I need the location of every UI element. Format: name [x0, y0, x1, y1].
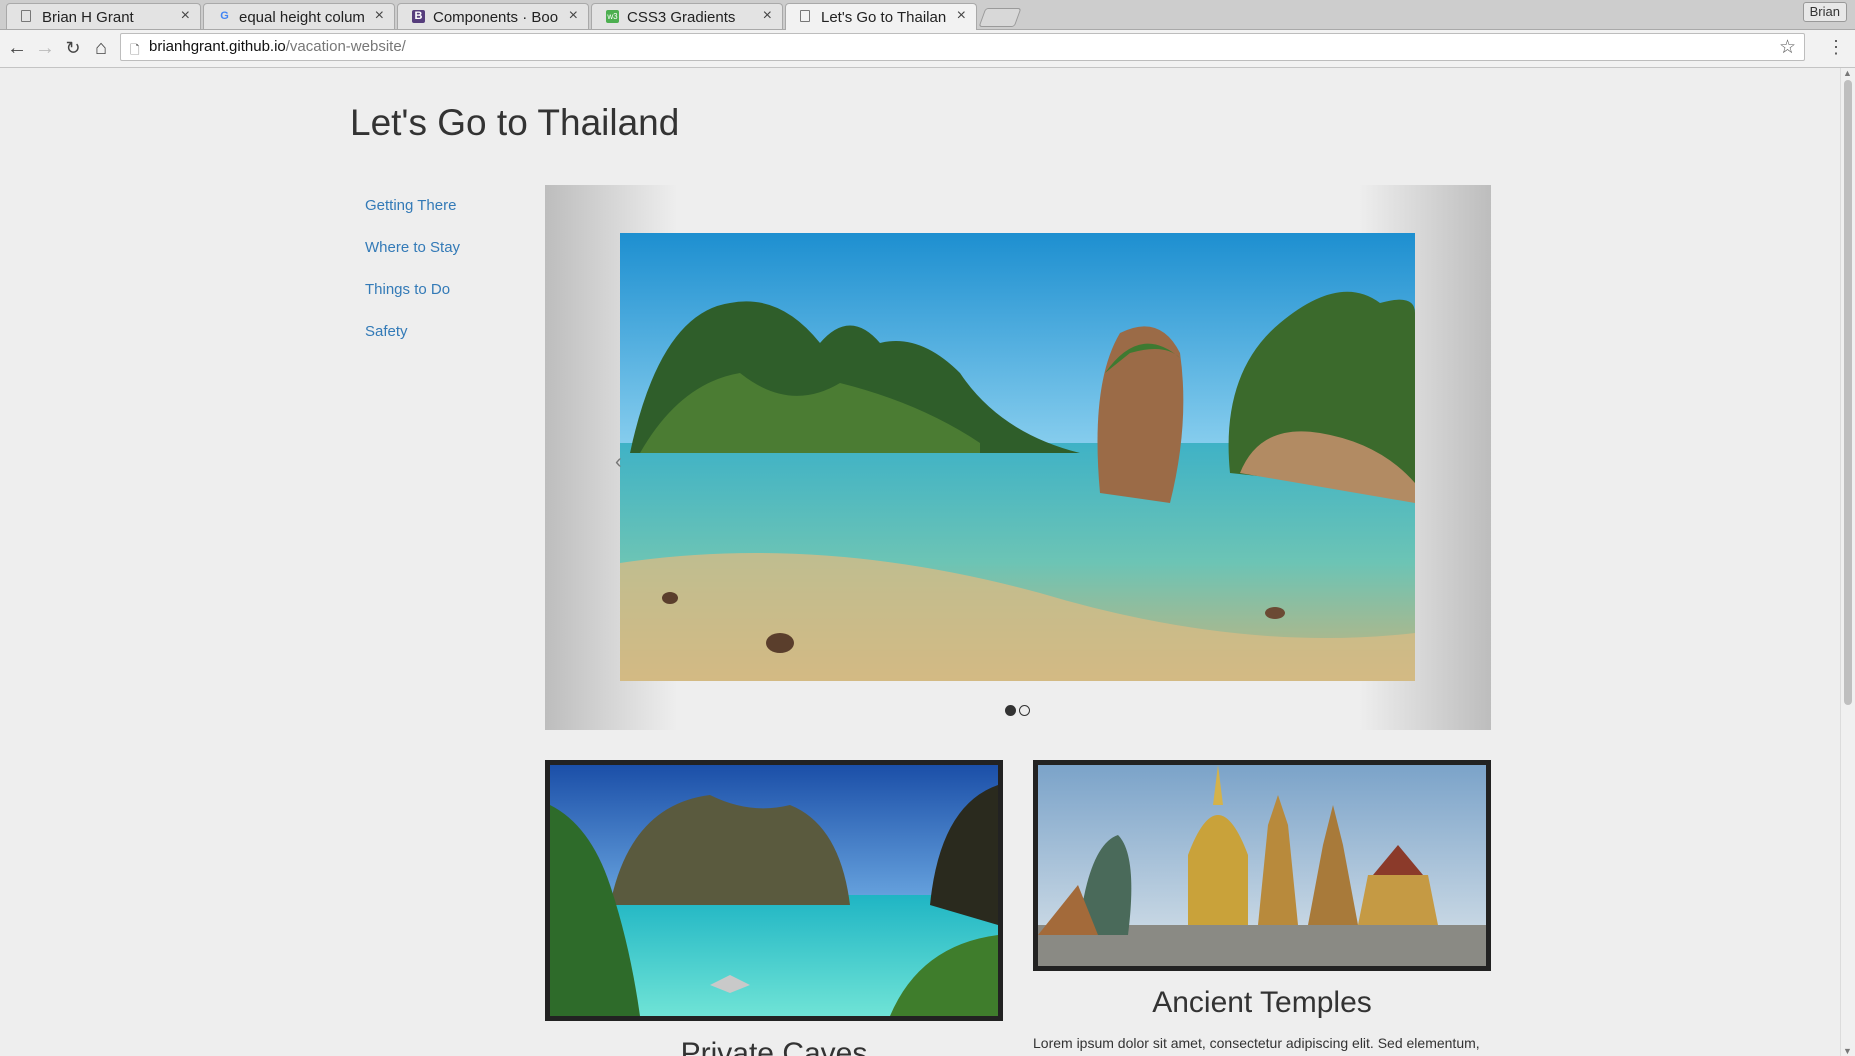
new-tab-button[interactable] [978, 8, 1022, 27]
tab-title: Components · Boot [433, 9, 558, 26]
private-caves-image [550, 765, 998, 1016]
scroll-down-icon[interactable]: ▼ [1843, 1046, 1852, 1056]
url-host: brianhgrant.github.io [149, 38, 286, 55]
carousel-indicator-1[interactable] [1005, 705, 1016, 716]
card-title: Private Caves [680, 1037, 868, 1056]
card-image-frame [545, 760, 1003, 1021]
close-icon[interactable]: × [957, 7, 966, 25]
tab-bootstrap-components[interactable]: B Components · Boot × [397, 3, 589, 29]
google-icon: G [220, 10, 229, 22]
tab-thailand-active[interactable]: Let's Go to Thailan × [785, 3, 977, 30]
url-text[interactable]: brianhgrant.github.io/vacation-website/ [149, 38, 406, 56]
carousel-indicators [1005, 705, 1033, 719]
bootstrap-icon: B [412, 10, 425, 23]
page-info-icon[interactable]: 🗋 [130, 41, 140, 62]
page-viewport: Let's Go to Thailand Getting There Where… [0, 68, 1841, 1056]
w3-icon: w3 [606, 10, 619, 23]
browser-toolbar: ← → ↻ ⌂ 🗋 brianhgrant.github.io/vacation… [0, 30, 1855, 68]
carousel-indicator-2[interactable] [1019, 705, 1030, 716]
ancient-temples-image [1038, 765, 1486, 966]
tab-strip: Brian H Grant × G equal height colum × B… [0, 0, 1855, 30]
tab-title: Let's Go to Thailan [821, 9, 946, 26]
card-ancient-temples: Ancient Temples Lorem ipsum dolor sit am… [1033, 760, 1491, 1056]
home-icon[interactable]: ⌂ [89, 36, 113, 60]
card-text: Lorem ipsum dolor sit amet, consectetur … [1033, 1035, 1480, 1051]
address-bar[interactable]: 🗋 brianhgrant.github.io/vacation-website… [120, 33, 1805, 61]
close-icon[interactable]: × [569, 7, 578, 25]
back-icon[interactable]: ← [5, 36, 29, 60]
nav-link-safety[interactable]: Safety [365, 322, 460, 364]
url-path: /vacation-website/ [285, 38, 406, 55]
scrollbar-thumb[interactable] [1844, 80, 1852, 705]
page-icon [21, 10, 31, 22]
nav-link-getting-there[interactable]: Getting There [365, 196, 460, 238]
side-nav: Getting There Where to Stay Things to Do… [365, 196, 460, 364]
tab-google-search[interactable]: G equal height colum × [203, 3, 395, 29]
close-icon[interactable]: × [181, 7, 190, 25]
bookmark-star-icon[interactable]: ☆ [1779, 36, 1796, 59]
page-title: Let's Go to Thailand [350, 102, 680, 143]
card-image-frame [1033, 760, 1491, 971]
close-icon[interactable]: × [763, 7, 772, 25]
tab-title: Brian H Grant [42, 9, 134, 26]
tab-title: CSS3 Gradients [627, 9, 736, 26]
carousel-slide-image [620, 233, 1415, 681]
tab-css3-gradients[interactable]: w3 CSS3 Gradients × [591, 3, 783, 29]
reload-icon[interactable]: ↻ [61, 36, 85, 60]
image-carousel: ‹ [545, 185, 1491, 730]
card-private-caves: Private Caves [545, 760, 1003, 1056]
scroll-up-icon[interactable]: ▲ [1843, 68, 1852, 78]
tab-title: equal height colum [239, 9, 364, 26]
nav-link-where-to-stay[interactable]: Where to Stay [365, 238, 460, 280]
close-icon[interactable]: × [375, 7, 384, 25]
nav-link-things-to-do[interactable]: Things to Do [365, 280, 460, 322]
menu-icon[interactable]: ⋮ [1827, 38, 1845, 56]
carousel-prev-control[interactable]: ‹ [615, 451, 622, 474]
card-title: Ancient Temples [1152, 986, 1372, 1019]
page-icon [800, 10, 810, 22]
page-scrollbar[interactable]: ▲ ▼ [1840, 68, 1855, 1056]
tab-brian-h-grant[interactable]: Brian H Grant × [6, 3, 201, 29]
forward-icon[interactable]: → [33, 36, 57, 60]
profile-button[interactable]: Brian [1802, 2, 1847, 22]
